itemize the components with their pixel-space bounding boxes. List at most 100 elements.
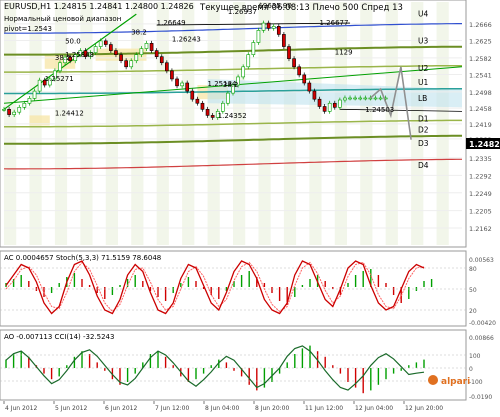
ac-axis: 0.00563 80 50 20 -0.00420 [469,257,496,327]
candle-body [7,109,11,115]
ao-panel-title: AO -0.007113 CCI(14) -32.5243 [4,333,114,341]
candle-body [348,97,352,100]
candle-body [195,98,200,104]
level-label: D4 [418,161,429,170]
candle-body [297,66,301,76]
level-label: U1 [418,78,428,87]
candle-body [37,79,42,92]
candle-body [261,22,266,31]
candle-body [287,46,291,59]
price-tick: 1.2582 [469,55,492,63]
candle-body [170,70,174,80]
price-annotation: 1.26243 [172,36,201,44]
candle-body [282,34,286,47]
candle-body [332,102,337,108]
candle-body [109,44,113,51]
price-annotation: 1129 [335,49,353,57]
ac-tick: -0.00420 [469,320,496,327]
price-annotation: 1.26677 [320,19,349,27]
candle-body [144,43,149,49]
candle-body [159,56,164,64]
candle-body [210,115,215,118]
chart-canvas: 1.269371.26649$9635.901.266771.262431.25… [0,0,500,413]
candle-body [200,102,205,110]
candle-body [353,97,357,100]
candle-body [317,98,322,107]
price-annotation: 1.26649 [157,19,186,27]
price-tick: 1.2292 [469,172,492,180]
candle-body [292,58,296,68]
candle-body [149,43,154,51]
candle-body [32,90,37,99]
candle-body [312,90,317,100]
level-label: U2 [418,64,428,73]
candle-body [205,109,210,116]
candle-body [256,30,261,43]
price-tick: 1.2249 [469,190,492,198]
candle-body [27,98,32,104]
price-annotation: 1.24412 [55,109,84,117]
time-label: 12 Jun 04:00 [355,405,393,412]
candle-body [58,62,62,72]
ac-tick: 80 [469,266,477,273]
time-label: 12 Jun 20:00 [405,405,443,412]
price-annotation: 1.24352 [218,112,247,120]
candle-body [378,97,383,100]
price-tick: 1.2541 [469,71,492,79]
candle-body [266,22,271,29]
price-annotation: 1.24503 [365,106,394,114]
ac-tick: 0.00563 [469,257,494,264]
candle-body [373,97,378,100]
time-label: 6 Jun 2012 [105,405,137,412]
level-label: D3 [418,139,429,148]
pivot-label: pivot=1.2543 [4,25,52,33]
candle-body [134,54,139,62]
ao-tick: 0 [469,366,473,373]
candle-body [190,90,195,100]
candle-body [114,50,118,55]
candle-body [251,42,256,55]
candle-body [180,82,184,87]
candle-body [241,66,246,78]
price-tick: 1.2666 [469,21,492,29]
ac-tick: 50 [469,287,477,294]
time-label: 8 Jun 20:00 [255,405,289,412]
candle-body [185,82,190,92]
level-label: U3 [418,36,428,45]
price-annotation: 50.0 [65,37,81,45]
indicator-name: Нормальный ценовой диапазон [4,15,121,23]
ao-tick: -0.0190 [469,394,492,401]
time-label: 11 Jun 12:00 [305,405,343,412]
ac-panel-title: AC 0.0004657 Stoch(5,3,3) 71.5159 78.604… [4,254,161,262]
current-price-label: 1.24826 [469,140,500,149]
price-annotation: 38.2 [131,28,147,36]
candle-body [175,78,179,87]
price-tick: 1.2625 [469,37,492,45]
candle-body [129,60,134,68]
ao-tick: -100 [469,379,483,386]
level-label: D2 [418,126,429,135]
candle-body [139,48,144,55]
symbol-line: EURUSD,H1 1.24815 1.24841 1.24800 1.2482… [4,2,194,11]
candle-body [368,97,373,100]
price-tick: 1.2419 [469,121,492,129]
candle-body [154,50,159,57]
candle-body [12,111,17,115]
candle-body [220,102,225,112]
candle-body [22,102,27,108]
candle-body [358,97,363,100]
candle-body [2,109,6,111]
candle-body [119,54,123,62]
price-tick: 1.2335 [469,155,492,163]
candle-body [271,25,276,29]
candle-body [165,62,169,72]
level-label: D1 [418,115,429,124]
candle-body [103,40,108,45]
alpari-logo-icon [428,375,438,385]
price-tick: 1.2162 [469,225,492,233]
time-label: 5 Jun 2012 [55,405,87,412]
server-time: Текущее время 06:08:13 Плечо 500 Спред 1… [199,3,403,13]
ac-tick: 20 [469,308,477,315]
candle-body [276,25,281,35]
ao-tick: 0.00866 [469,335,494,342]
